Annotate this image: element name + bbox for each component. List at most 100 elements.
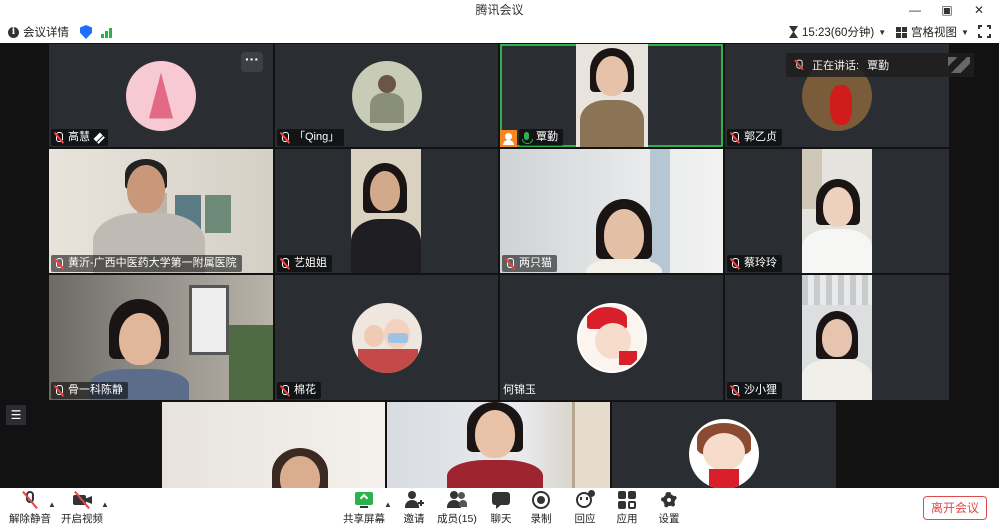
participant-tile[interactable]: 何锦玉 bbox=[500, 275, 723, 400]
reaction-button[interactable]: 回应 bbox=[572, 490, 598, 528]
mic-muted-icon bbox=[54, 257, 64, 270]
video-feed bbox=[802, 149, 872, 273]
apps-grid-icon bbox=[617, 490, 637, 510]
share-screen-icon bbox=[354, 490, 374, 510]
meeting-info-button[interactable]: i 会议详情 bbox=[8, 24, 69, 40]
video-feed bbox=[351, 149, 421, 273]
participant-tile[interactable]: 两只猫 bbox=[500, 149, 723, 273]
avatar bbox=[351, 302, 422, 373]
chat-button[interactable]: 聊天 bbox=[488, 490, 514, 528]
meeting-timer[interactable]: 15:23(60分钟) ▼ bbox=[789, 24, 886, 40]
share-screen-button[interactable]: 共享屏幕 bbox=[343, 490, 385, 528]
mic-muted-icon bbox=[795, 59, 804, 71]
participant-tile[interactable]: 沙小狸 bbox=[725, 275, 949, 400]
participant-tile[interactable]: 「Qing」 bbox=[275, 44, 498, 147]
start-video-button[interactable]: 开启视频 bbox=[61, 490, 103, 528]
gear-icon bbox=[659, 490, 679, 510]
participant-name-label: 高慧 bbox=[51, 129, 108, 146]
leave-meeting-button[interactable]: 离开会议 bbox=[923, 496, 987, 520]
participant-tile[interactable]: 蔡玲玲 bbox=[725, 149, 949, 273]
participant-tile[interactable] bbox=[612, 402, 836, 488]
invite-button[interactable]: 邀请 bbox=[400, 490, 428, 528]
participant-name-label: 覃勤 bbox=[519, 129, 563, 146]
speaker-name: 覃勤 bbox=[867, 60, 890, 72]
info-icon: i bbox=[8, 26, 19, 38]
participant-tile[interactable]: 艺姐姐 bbox=[275, 149, 498, 273]
participant-tile[interactable]: ··· 高慧 bbox=[49, 44, 273, 147]
host-user-icon bbox=[500, 130, 517, 147]
participant-tile[interactable]: 骨一科陈静 bbox=[49, 275, 273, 400]
mic-muted-icon bbox=[730, 384, 740, 397]
mic-muted-icon bbox=[54, 131, 64, 144]
members-icon bbox=[447, 490, 467, 510]
meeting-info-label: 会议详情 bbox=[23, 27, 69, 39]
restore-button[interactable]: ▣ bbox=[932, 0, 962, 21]
participant-name-label: 何锦玉 bbox=[503, 384, 536, 396]
participant-tile-active-speaker[interactable]: 覃勤 bbox=[500, 44, 723, 147]
avatar bbox=[576, 302, 647, 373]
audio-options-chevron-icon[interactable]: ▲ bbox=[48, 500, 56, 509]
mic-muted-icon bbox=[730, 131, 740, 144]
mic-muted-icon bbox=[54, 384, 64, 397]
video-feed bbox=[802, 275, 872, 400]
participant-name-label: 黄沂-广西中医药大学第一附属医院 bbox=[51, 255, 242, 272]
network-signal-icon[interactable] bbox=[101, 26, 115, 38]
participant-tile[interactable] bbox=[162, 402, 385, 488]
grid-view-icon bbox=[896, 26, 907, 38]
participant-tile[interactable]: 黄沂-广西中医药大学第一附属医院 bbox=[49, 149, 273, 273]
video-options-chevron-icon[interactable]: ▲ bbox=[101, 500, 109, 509]
video-feed bbox=[576, 44, 648, 147]
avatar bbox=[126, 60, 196, 131]
mic-active-icon bbox=[522, 131, 533, 144]
mic-muted-icon bbox=[280, 384, 290, 397]
chevron-down-icon: ▼ bbox=[878, 27, 887, 37]
minimize-button[interactable]: — bbox=[900, 0, 930, 21]
participant-name-label: 「Qing」 bbox=[277, 129, 345, 146]
chevron-down-icon: ▼ bbox=[961, 27, 969, 37]
close-button[interactable]: ✕ bbox=[964, 0, 994, 21]
participant-tile[interactable] bbox=[387, 402, 610, 488]
meeting-info-bar: i 会议详情 15:23(60分钟) ▼ 宫格视图 ▼ bbox=[0, 21, 999, 43]
participant-name-label: 郭乙贞 bbox=[727, 129, 782, 146]
view-mode-selector[interactable]: 宫格视图 ▼ bbox=[896, 24, 969, 40]
participant-tile[interactable]: 棉花 bbox=[275, 275, 498, 400]
participant-name-label: 艺姐姐 bbox=[277, 255, 332, 272]
timer-text: 15:23(60分钟) bbox=[802, 27, 875, 39]
view-mode-label: 宫格视图 bbox=[911, 27, 957, 39]
participant-name-label: 棉花 bbox=[277, 382, 321, 399]
security-shield-icon[interactable] bbox=[80, 25, 92, 39]
tencent-meeting-logo-icon bbox=[948, 57, 970, 73]
video-grid: ··· 高慧 「Qing」 覃勤 郭乙贞 黄沂-广西中医药大学第一附属医院 艺姐… bbox=[0, 43, 999, 488]
participant-name-label: 骨一科陈静 bbox=[51, 382, 128, 399]
record-icon bbox=[531, 490, 551, 510]
members-button[interactable]: 成员(15) bbox=[437, 490, 477, 528]
participant-name-label: 蔡玲玲 bbox=[727, 255, 782, 272]
avatar bbox=[351, 60, 422, 131]
camera-off-icon bbox=[72, 490, 92, 510]
mic-muted-icon bbox=[730, 257, 740, 270]
chat-bubble-icon bbox=[491, 490, 511, 510]
unmute-button[interactable]: 解除静音 bbox=[9, 490, 51, 528]
participant-name-label: 两只猫 bbox=[502, 255, 557, 272]
window-title: 腾讯会议 bbox=[475, 3, 524, 17]
hourglass-icon bbox=[789, 26, 798, 38]
mic-muted-icon bbox=[280, 131, 290, 144]
bottom-toolbar: 解除静音 ▲ 开启视频 ▲ 共享屏幕 ▲ 邀请 成员(15) 聊天 录制 回应 … bbox=[0, 488, 999, 528]
more-options-button[interactable]: ··· bbox=[241, 52, 263, 72]
window-title-bar: 腾讯会议 bbox=[0, 0, 999, 21]
video-feed bbox=[162, 402, 385, 488]
share-options-chevron-icon[interactable]: ▲ bbox=[384, 500, 392, 509]
avatar bbox=[689, 419, 759, 488]
participant-name-label: 沙小狸 bbox=[727, 382, 782, 399]
video-feed bbox=[387, 402, 610, 488]
settings-button[interactable]: 设置 bbox=[656, 490, 682, 528]
fullscreen-icon[interactable] bbox=[977, 24, 992, 39]
list-toggle-icon[interactable]: ☰ bbox=[6, 405, 26, 425]
record-button[interactable]: 录制 bbox=[528, 490, 554, 528]
emoji-reaction-icon bbox=[575, 490, 595, 510]
rename-pencil-icon[interactable] bbox=[92, 131, 105, 144]
active-speaker-indicator: 正在讲话: 覃勤 bbox=[786, 53, 974, 77]
add-person-icon bbox=[404, 490, 424, 510]
apps-button[interactable]: 应用 bbox=[614, 490, 640, 528]
speaker-prefix: 正在讲话: bbox=[812, 60, 860, 72]
